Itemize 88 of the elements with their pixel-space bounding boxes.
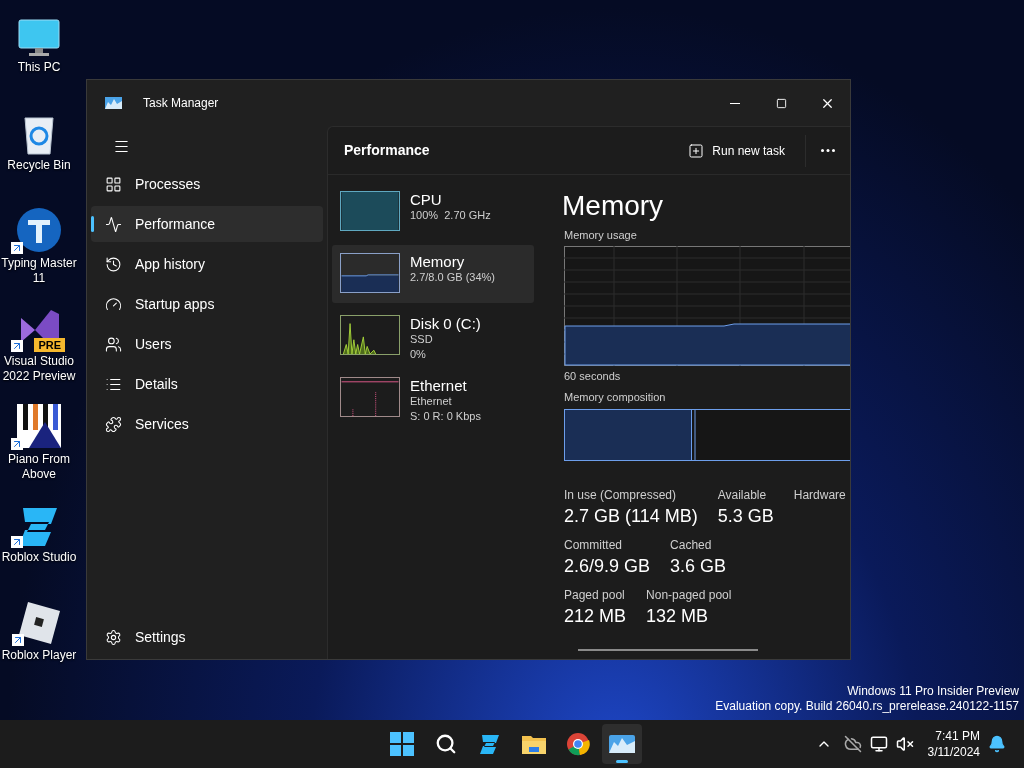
windows-logo-icon bbox=[390, 732, 414, 756]
tilted-square-logo-icon bbox=[16, 600, 62, 646]
device-name: Ethernet bbox=[410, 377, 468, 394]
browser-logo-icon bbox=[566, 732, 590, 756]
watermark-text: Evaluation copy. Build 26040.rs_prerelease.240122-1157 bbox=[715, 699, 1019, 714]
device-name: Memory bbox=[410, 253, 466, 270]
app-icon bbox=[105, 97, 122, 109]
device-item[interactable]: CPU 100% 2.70 GHz bbox=[332, 183, 534, 241]
pulse-icon bbox=[105, 215, 122, 233]
ethernet-graph bbox=[340, 377, 400, 417]
maximize-icon bbox=[775, 97, 787, 109]
scrollbar[interactable] bbox=[578, 649, 758, 651]
desktop-icon-label[interactable]: Roblox Studio bbox=[1, 550, 77, 565]
time-axis-label: 60 seconds bbox=[564, 368, 622, 384]
new-task-icon bbox=[688, 142, 705, 159]
folder-icon bbox=[521, 733, 547, 755]
device-item[interactable]: Ethernet Ethernet S: 0 R: 0 Kbps bbox=[332, 369, 534, 427]
desktop-icon-label[interactable]: Typing Master 11 bbox=[0, 256, 78, 286]
users-icon bbox=[105, 335, 122, 353]
nav-item[interactable]: Processes bbox=[91, 166, 323, 202]
device-detail: 2.7/8.0 GB (34%) bbox=[410, 270, 495, 285]
watermark-text: Windows 11 Pro Insider Preview bbox=[847, 684, 1019, 699]
settings-icon bbox=[105, 628, 122, 646]
desktop-icon-label[interactable]: This PC bbox=[17, 60, 61, 75]
stat-value: 2.7 GB (114 MB) bbox=[564, 504, 698, 528]
disk-graph bbox=[340, 315, 400, 355]
settings-button[interactable]: Settings bbox=[91, 619, 323, 655]
search-icon bbox=[435, 733, 457, 755]
history-icon bbox=[105, 255, 122, 273]
stat-value: 212 MB bbox=[564, 604, 627, 628]
stat-label: Paged pool bbox=[564, 586, 626, 603]
more-icon bbox=[821, 149, 835, 152]
device-detail: SSD bbox=[410, 332, 434, 347]
device-detail: Ethernet bbox=[410, 394, 453, 409]
stat-label: In use (Compressed) bbox=[564, 486, 678, 503]
device-name: Disk 0 (C:) bbox=[410, 315, 481, 332]
stat-value: 132 MB bbox=[646, 604, 710, 628]
task-manager-taskbar-button[interactable] bbox=[602, 724, 642, 764]
window-title: Task Manager bbox=[143, 95, 219, 112]
nav-item[interactable]: Services bbox=[91, 406, 323, 442]
stat-label: Available bbox=[717, 486, 768, 503]
detail-title: Memory bbox=[562, 189, 665, 223]
network-icon[interactable] bbox=[869, 735, 888, 753]
memory-graph bbox=[340, 253, 400, 293]
nav-item[interactable]: Details bbox=[91, 366, 323, 402]
monitor-icon bbox=[17, 18, 61, 58]
cloud-off-icon[interactable] bbox=[843, 735, 862, 753]
page-title: Performance bbox=[344, 141, 430, 160]
stat-value: 5.3 GB bbox=[717, 504, 774, 528]
stat-label: Hardware bbox=[793, 486, 846, 503]
letter-t-icon bbox=[15, 206, 63, 254]
nav-item[interactable]: Users bbox=[91, 326, 323, 362]
minimize-icon bbox=[730, 102, 740, 104]
grid-icon bbox=[105, 175, 122, 193]
pre-badge: PRE bbox=[34, 338, 65, 352]
run-new-task-button[interactable]: Run new task bbox=[682, 134, 806, 167]
running-indicator bbox=[616, 760, 628, 763]
puzzle-icon bbox=[105, 415, 122, 433]
cpu-graph bbox=[340, 191, 400, 231]
selection-indicator bbox=[91, 216, 94, 232]
desktop-icon-label[interactable]: Piano From Above bbox=[0, 452, 78, 482]
task-manager-app-icon bbox=[609, 735, 635, 753]
muted-speaker-icon[interactable] bbox=[895, 735, 914, 753]
device-item[interactable]: Disk 0 (C:) SSD 0% bbox=[332, 307, 534, 365]
stat-value: 2.6/9.9 GB bbox=[564, 554, 651, 578]
stat-label: Cached bbox=[670, 536, 713, 553]
device-name: CPU bbox=[410, 191, 443, 208]
device-detail: S: 0 R: 0 Kbps bbox=[410, 409, 481, 424]
blocks-logo-icon bbox=[478, 733, 502, 755]
desktop-icon-label[interactable]: Roblox Player bbox=[1, 648, 77, 663]
stat-value: 3.6 GB bbox=[670, 554, 727, 578]
piano-keys-icon bbox=[15, 402, 63, 450]
nav-item[interactable]: Startup apps bbox=[91, 286, 323, 322]
stat-label: Non-paged pool bbox=[646, 586, 732, 603]
nav-item[interactable]: App history bbox=[91, 246, 323, 282]
chart-label: Memory usage bbox=[564, 228, 638, 243]
desktop-icon-label[interactable]: Visual Studio 2022 Preview bbox=[0, 354, 78, 384]
chart-label: Memory composition bbox=[564, 390, 667, 405]
desktop-icon-label[interactable]: Recycle Bin bbox=[7, 158, 71, 173]
device-item[interactable]: Memory 2.7/8.0 GB (34%) bbox=[332, 245, 534, 303]
gauge-icon bbox=[105, 295, 122, 313]
device-detail: 100% 2.70 GHz bbox=[410, 208, 491, 223]
clock-date: 3/11/2024 bbox=[927, 744, 980, 760]
clock-time: 7:41 PM bbox=[935, 728, 980, 744]
device-detail: 0% bbox=[410, 347, 427, 362]
nav-item[interactable]: Performance bbox=[91, 206, 323, 242]
stat-label: Committed bbox=[564, 536, 623, 553]
notification-bell-icon[interactable] bbox=[988, 735, 1006, 753]
